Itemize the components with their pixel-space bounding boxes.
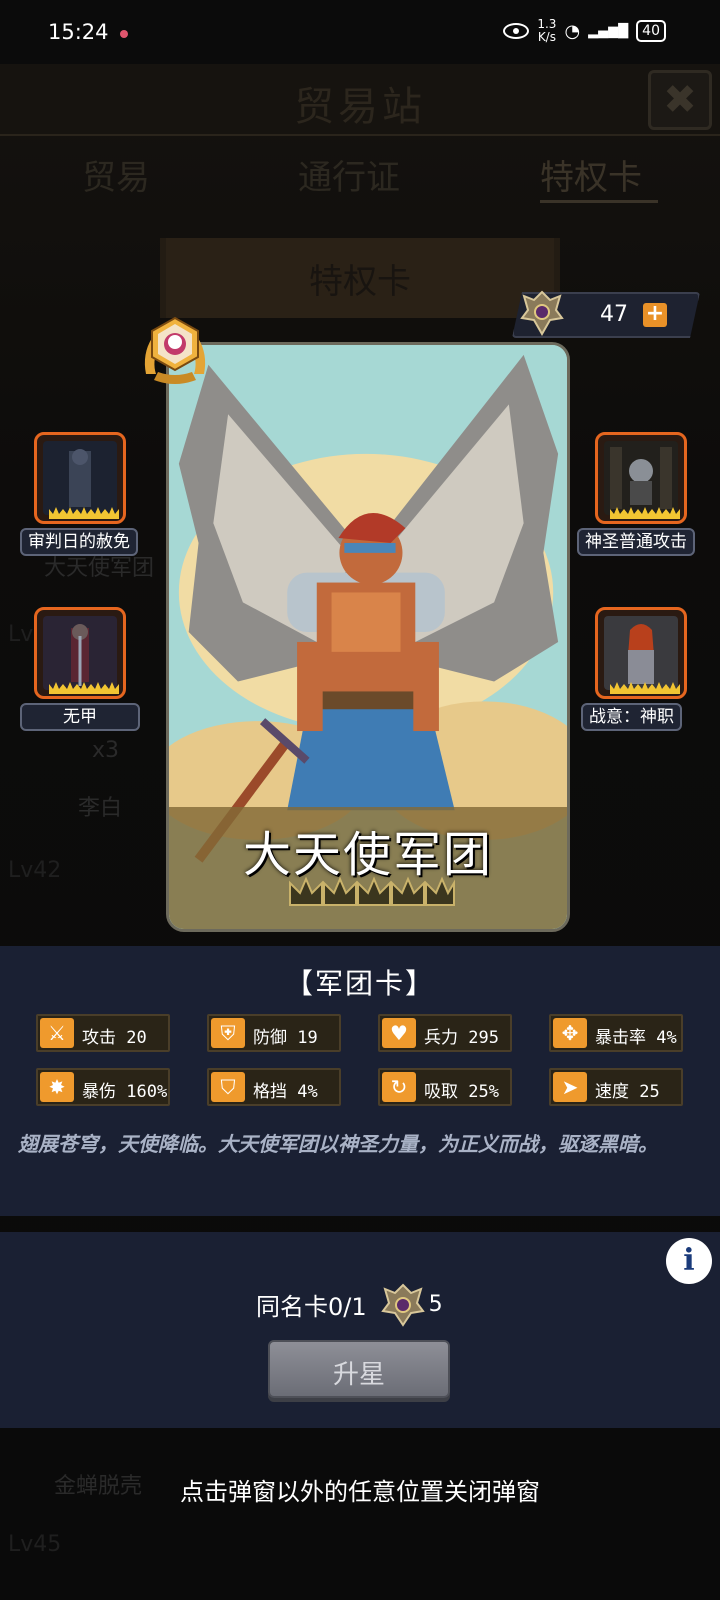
stat-defense: ⛨ 防御 19 xyxy=(207,1014,341,1052)
duplicate-card-count: 同名卡0/1 xyxy=(256,1292,367,1321)
upgrade-star-button[interactable]: 升星 xyxy=(268,1340,450,1398)
close-hint: 点击弹窗以外的任意位置关闭弹窗 xyxy=(180,1478,540,1506)
winged-emblem-icon xyxy=(380,1283,425,1327)
card-description: 翅展苍穹，天使降临。大天使军团以神圣力量，为正义而战，驱逐黑暗。 xyxy=(18,1132,658,1156)
bg-count: x3 xyxy=(92,738,120,763)
stat-label: 攻击 20 xyxy=(82,1028,147,1048)
add-currency-icon[interactable]: + xyxy=(643,303,667,327)
currency-amount: 47 xyxy=(600,302,628,327)
skill-art xyxy=(43,441,117,515)
heart-icon: ♥ xyxy=(382,1018,416,1048)
bg-level-42: Lv42 xyxy=(8,858,62,883)
drain-icon: ↻ xyxy=(382,1072,416,1102)
net-speed-value: 1.3 xyxy=(537,17,557,31)
skill-crowns xyxy=(49,507,119,519)
skill-label: 无甲 xyxy=(20,703,140,731)
status-bar: 15:24 1.3 K/s ◔ ▂▄▆█ 40 xyxy=(0,0,720,64)
tab-pass[interactable]: 通行证 xyxy=(298,150,400,199)
tab-trade[interactable]: 贸易 xyxy=(82,150,150,199)
section-banner: 特权卡 xyxy=(160,238,560,318)
section-title: 特权卡 xyxy=(309,262,411,302)
skill-art xyxy=(43,616,117,690)
stat-label: 吸取 25% xyxy=(424,1082,499,1102)
header-bar: 贸易站 ✖ xyxy=(0,64,720,136)
bg-level-label: Lv xyxy=(8,622,34,647)
net-speed-unit: K/s xyxy=(537,30,556,44)
card-type: 【军团卡】 xyxy=(284,967,435,1000)
upgrade-panel xyxy=(0,1232,720,1428)
stat-label: 格挡 4% xyxy=(253,1082,318,1102)
close-button[interactable]: ✖ xyxy=(648,70,712,130)
stat-label: 暴伤 160% xyxy=(82,1082,168,1102)
stat-crit-damage: ✸ 暴伤 160% xyxy=(36,1068,170,1106)
skill-crowns xyxy=(610,507,680,519)
legion-card: 大天使军团 xyxy=(166,342,570,932)
stat-attack: ⚔ 攻击 20 xyxy=(36,1014,170,1052)
status-time: 15:24 xyxy=(48,20,109,44)
skill-frame xyxy=(595,432,687,524)
burst-icon: ✸ xyxy=(40,1072,74,1102)
stat-troops: ♥ 兵力 295 xyxy=(378,1014,512,1052)
skill-label: 神圣普通攻击 xyxy=(577,528,695,556)
card-name-band: 大天使军团 xyxy=(169,807,567,929)
upgrade-cost: 5 xyxy=(428,1291,443,1317)
skill-frame xyxy=(34,607,126,699)
tab-bar: 贸易 通行证 特权卡 xyxy=(0,150,720,210)
stat-label: 暴击率 4% xyxy=(595,1028,677,1048)
rank-badge-icon xyxy=(144,316,206,384)
bg-level-45: Lv45 xyxy=(8,1532,62,1557)
stat-label: 速度 25 xyxy=(595,1082,660,1102)
star-crowns xyxy=(289,876,455,906)
skill-label: 战意：神职 xyxy=(581,703,682,731)
bg-hero-name: 李白 xyxy=(78,796,123,821)
battery-icon: 40 xyxy=(636,20,666,42)
info-icon[interactable]: i xyxy=(666,1238,712,1284)
skill-label: 审判日的赦免 xyxy=(20,528,138,556)
skill-frame xyxy=(595,607,687,699)
eye-icon xyxy=(503,23,530,39)
upgrade-star-label: 升星 xyxy=(332,1360,385,1390)
skill-art xyxy=(604,441,678,515)
stat-crit-rate: ✥ 暴击率 4% xyxy=(549,1014,683,1052)
stat-label: 兵力 295 xyxy=(424,1028,499,1048)
skill-crowns xyxy=(610,682,680,694)
active-tab-indicator xyxy=(540,200,658,203)
notification-dot-icon xyxy=(120,30,128,38)
stat-speed: ➤ 速度 25 xyxy=(549,1068,683,1106)
skill-crowns xyxy=(49,682,119,694)
stat-block: ⛉ 格挡 4% xyxy=(207,1068,341,1106)
tab-privilege-card[interactable]: 特权卡 xyxy=(540,150,642,199)
signal-icon: ▂▄▆█ xyxy=(588,23,629,39)
boot-icon: ➤ xyxy=(553,1072,587,1102)
duplicate-card-row: 同名卡0/1 5 xyxy=(256,1283,443,1327)
close-icon: ✖ xyxy=(663,77,697,123)
page-title: 贸易站 xyxy=(294,84,426,130)
stat-label: 防御 19 xyxy=(253,1028,318,1048)
crosshair-icon: ✥ xyxy=(553,1018,587,1048)
skill-art xyxy=(604,616,678,690)
block-icon: ⛉ xyxy=(211,1072,245,1102)
sword-icon: ⚔ xyxy=(40,1018,74,1048)
skill-frame xyxy=(34,432,126,524)
stat-drain: ↻ 吸取 25% xyxy=(378,1068,512,1106)
winged-emblem-icon xyxy=(520,290,564,337)
net-speed: 1.3 K/s xyxy=(537,18,556,44)
shield-icon: ⛨ xyxy=(211,1018,245,1048)
wifi-icon: ◔ xyxy=(564,20,581,42)
status-icons: 1.3 K/s ◔ ▂▄▆█ 40 xyxy=(503,18,666,44)
